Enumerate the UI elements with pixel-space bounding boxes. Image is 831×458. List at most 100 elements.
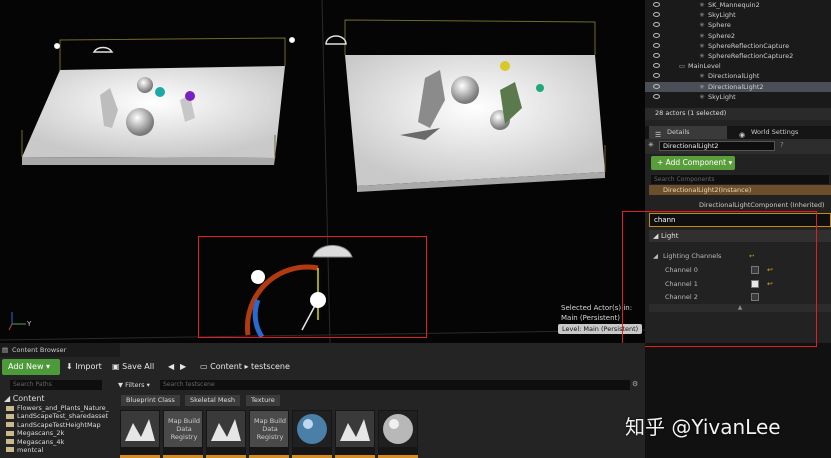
outliner-row[interactable]: ▭ MainLevel — [645, 61, 831, 71]
filters-button[interactable]: ▼ Filters ▾ — [118, 380, 150, 390]
details-search-input[interactable]: chann — [649, 213, 831, 227]
actor-icon: ✳ — [699, 31, 705, 40]
visibility-eye-icon[interactable] — [653, 93, 660, 99]
visibility-eye-icon[interactable] — [653, 32, 660, 38]
history-forward-icon[interactable]: ▶ — [180, 359, 186, 375]
outliner-row[interactable]: ✳ DirectionalLight — [645, 71, 831, 81]
tab-world-settings[interactable]: ◉ World Settings — [733, 126, 825, 139]
outliner-row-label: SK_Mannequin2 — [708, 1, 760, 9]
tree-root-arrow-icon: ◢ — [4, 394, 13, 403]
tab-world-settings-label: World Settings — [751, 128, 799, 136]
tree-folder[interactable]: Megascans_2k — [0, 429, 114, 437]
search-components-input[interactable]: Search Components — [651, 175, 829, 184]
collapse-icon: ◢ — [653, 232, 659, 240]
outliner-row[interactable]: ✳ SphereReflectionCapture2 — [645, 51, 831, 61]
settings-icon[interactable]: ⚙ — [632, 380, 638, 388]
outliner-row[interactable]: ✳ SphereReflectionCapture — [645, 41, 831, 51]
level-viewport[interactable]: Y Selected Actor(s) in: Main (Persistent… — [0, 0, 645, 343]
asset-tile[interactable] — [206, 410, 246, 458]
advanced-expand[interactable]: ▲ — [649, 304, 831, 312]
details-tabs: ☰ Details ◉ World Settings — [645, 126, 831, 139]
actor-name-field[interactable]: DirectionalLight2 — [659, 141, 775, 151]
static-mesh-thumbnail — [121, 411, 159, 447]
outliner-row[interactable]: ✳ SkyLight — [645, 92, 831, 102]
outliner-row[interactable]: ✳ Sphere — [645, 20, 831, 30]
static-mesh-thumbnail — [336, 411, 374, 447]
save-icon: ▣ — [112, 362, 123, 371]
channel-row: Channel 1 ↩ — [649, 278, 831, 290]
outliner-row[interactable]: ✳ SK_Mannequin2 — [645, 0, 831, 10]
component-instance-row[interactable]: DirectionalLight2(Instance) — [649, 185, 831, 195]
asset-tile[interactable] — [335, 410, 375, 458]
help-icon[interactable]: ? — [780, 141, 784, 149]
visibility-eye-icon[interactable] — [653, 22, 660, 28]
visibility-eye-icon[interactable] — [653, 63, 660, 69]
tree-root[interactable]: ◢ Content — [0, 394, 114, 404]
save-all-button[interactable]: ▣ Save All — [112, 359, 154, 375]
right-floor — [344, 19, 606, 192]
import-button[interactable]: ⬇ Import — [66, 359, 102, 375]
tree-folder[interactable]: Megascans_4k — [0, 438, 114, 446]
reset-icon[interactable]: ↩ — [767, 264, 773, 276]
tree-folder[interactable]: LandScapeTest_sharedasset — [0, 412, 114, 420]
visibility-eye-icon[interactable] — [653, 42, 660, 48]
lighting-channels-row[interactable]: ◢ Lighting Channels ↩ — [649, 250, 831, 262]
channel-row: Channel 2 — [649, 291, 831, 303]
outliner-row[interactable]: ✳ DirectionalLight2 — [645, 81, 831, 92]
visibility-eye-icon[interactable] — [653, 12, 660, 18]
outliner-row-label: DirectionalLight — [708, 72, 760, 81]
tree-folder[interactable]: LandScapeTestHeightMap — [0, 421, 114, 429]
channel-checkbox[interactable] — [751, 280, 759, 288]
filter-chip[interactable]: Blueprint Class — [121, 395, 180, 406]
add-new-button[interactable]: Add New ▾ — [2, 359, 60, 375]
crumb-content[interactable]: Content — [210, 362, 242, 371]
add-component-button[interactable]: + Add Component ▾ — [651, 156, 735, 170]
tree-root-label: Content — [12, 394, 45, 403]
outliner-row-label: Sphere2 — [708, 31, 736, 40]
tree-folder[interactable]: Flowers_and_Plants_Nature_ — [0, 404, 114, 412]
folder-icon — [6, 422, 14, 428]
folder-icon: ▤ — [2, 346, 9, 354]
asset-tile[interactable]: Map Build Data Registry — [249, 410, 289, 458]
lighting-channels-label: Lighting Channels — [663, 252, 722, 260]
component-inherited-row[interactable]: DirectionalLightComponent (Inherited) — [649, 200, 831, 210]
content-browser-tab-label: Content Browser — [12, 346, 67, 354]
tab-details-label: Details — [667, 128, 690, 136]
directional-light-gizmo[interactable] — [244, 244, 353, 339]
reset-icon[interactable]: ↩ — [767, 278, 773, 290]
channel-checkbox[interactable] — [751, 266, 759, 274]
viewport-scene — [0, 0, 645, 343]
asset-tile[interactable] — [378, 410, 418, 458]
tab-details[interactable]: ☰ Details — [649, 126, 727, 139]
channel-checkbox[interactable] — [751, 293, 759, 301]
crumb-testscene[interactable]: testscene — [251, 362, 290, 371]
material-thumbnail — [293, 411, 331, 447]
outliner-row[interactable]: ✳ SkyLight — [645, 10, 831, 20]
filter-chip[interactable]: Texture — [246, 395, 280, 406]
watermark: 知乎 @YivanLee — [625, 415, 781, 439]
visibility-eye-icon[interactable] — [653, 52, 660, 58]
level-badge: Level: Main (Persistent) — [558, 324, 643, 334]
asset-tile[interactable] — [120, 410, 160, 458]
filter-chip[interactable]: Skeletal Mesh — [185, 395, 240, 406]
visibility-eye-icon[interactable] — [653, 2, 660, 7]
outliner-row[interactable]: ✳ Sphere2 — [645, 31, 831, 41]
import-label: Import — [75, 362, 102, 371]
search-paths-input[interactable]: Search Paths — [10, 380, 102, 390]
reset-icon[interactable]: ↩ — [749, 250, 754, 262]
axis-widget: Y — [6, 306, 36, 336]
content-browser-tab[interactable]: ▤ Content Browser — [0, 343, 120, 357]
asset-tile[interactable]: Map Build Data Registry — [163, 410, 203, 458]
tree-folder-label: LandScapeTest_sharedasset — [17, 412, 109, 421]
category-light[interactable]: ◢ Light — [649, 230, 831, 242]
tree-folder[interactable]: mentcal — [0, 446, 114, 454]
asset-tile[interactable] — [292, 410, 332, 458]
folder-icon — [6, 405, 14, 411]
tree-folder-label: Megascans_2k — [17, 429, 65, 438]
search-assets-input[interactable]: Search testscene — [160, 380, 630, 390]
history-back-icon[interactable]: ◀ — [168, 359, 174, 375]
content-browser: ▤ Content Browser Add New ▾ ⬇ Import ▣ S… — [0, 343, 645, 458]
visibility-eye-icon[interactable] — [653, 73, 660, 79]
visibility-eye-icon[interactable] — [653, 83, 660, 89]
folder-icon — [6, 439, 14, 445]
